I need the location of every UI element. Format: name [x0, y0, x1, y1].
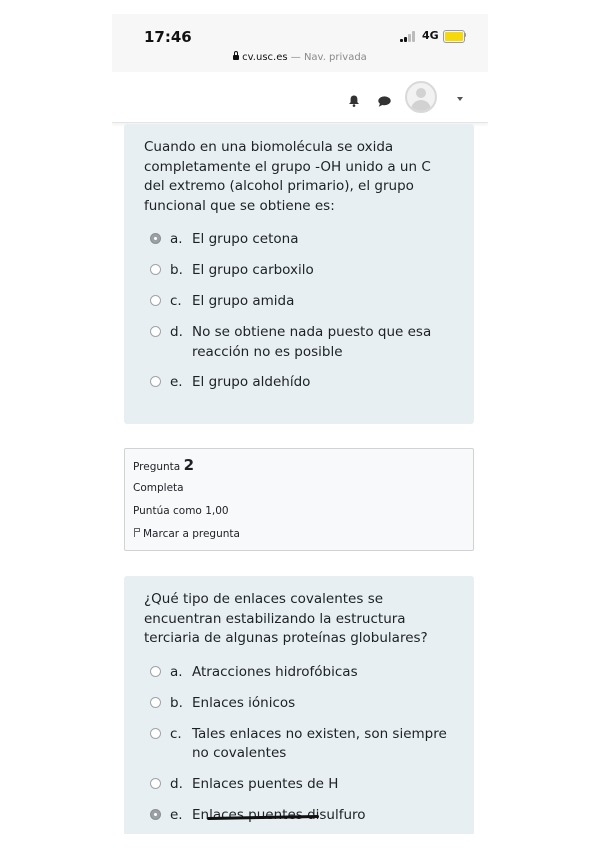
- answer-text: El grupo aldehído: [192, 374, 311, 390]
- radio-button[interactable]: [150, 376, 161, 387]
- answer-letter: b.: [170, 694, 183, 711]
- answer-option[interactable]: b. El grupo carboxilo: [144, 261, 454, 292]
- radio-button[interactable]: [150, 233, 161, 244]
- avatar[interactable]: [405, 81, 437, 113]
- phone-screen: 17:46 4G cv.usc.es — Nav. privada Cuando…: [112, 14, 488, 834]
- answer-text: Enlaces iónicos: [192, 694, 296, 711]
- answer-text: El grupo cetona: [192, 231, 299, 247]
- answer-letter: d.: [170, 775, 183, 792]
- flag-question-link[interactable]: Marcar a pregunta: [133, 526, 465, 549]
- radio-button[interactable]: [150, 326, 161, 337]
- battery-icon: [443, 30, 465, 43]
- radio-button[interactable]: [150, 727, 161, 739]
- radio-button[interactable]: [150, 696, 161, 708]
- answer-letter: d.: [170, 324, 183, 340]
- answer-text: Atracciones hidrofóbicas: [192, 663, 358, 680]
- lock-icon: [233, 51, 240, 60]
- question-number: Pregunta 2: [133, 457, 465, 480]
- question-1-card: Cuando en una biomolécula se oxida compl…: [124, 124, 474, 424]
- answer-text: Enlaces puentes disulfuro: [192, 806, 366, 823]
- question-score: Puntúa como 1,00: [133, 505, 229, 517]
- radio-button[interactable]: [150, 808, 161, 820]
- answer-text: Enlaces puentes de H: [192, 775, 339, 792]
- status-time: 17:46: [144, 28, 192, 46]
- caret-down-icon[interactable]: [457, 97, 463, 101]
- answer-letter: a.: [170, 231, 183, 247]
- moodle-navbar: [112, 72, 488, 123]
- question-2-text: ¿Qué tipo de enlaces covalentes se encue…: [144, 591, 428, 646]
- answer-option[interactable]: c. Tales enlaces no existen, son siempre…: [144, 725, 454, 775]
- question-1-text: Cuando en una biomolécula se oxida compl…: [144, 139, 431, 214]
- address-bar[interactable]: cv.usc.es — Nav. privada: [112, 51, 488, 63]
- answer-option[interactable]: d. No se obtiene nada puesto que esa rea…: [144, 323, 454, 373]
- answer-letter: e.: [170, 806, 183, 823]
- answer-option[interactable]: a. Atracciones hidrofóbicas: [144, 663, 454, 694]
- chat-icon[interactable]: [378, 96, 391, 107]
- question-label: Pregunta: [133, 461, 181, 473]
- question-2-card: ¿Qué tipo de enlaces covalentes se encue…: [124, 576, 474, 834]
- status-bar: 17:46 4G cv.usc.es — Nav. privada: [112, 14, 488, 72]
- radio-button[interactable]: [150, 264, 161, 275]
- answer-text: Tales enlaces no existen, son siempre no…: [192, 725, 447, 762]
- answer-text: El grupo amida: [192, 293, 295, 309]
- radio-button[interactable]: [150, 777, 161, 789]
- question-1-answers: a. El grupo cetona b. El grupo carboxilo…: [144, 230, 454, 404]
- answer-letter: b.: [170, 262, 183, 278]
- question-status: Completa: [133, 482, 184, 494]
- question-2-answers: a. Atracciones hidrofóbicas b. Enlaces i…: [144, 663, 454, 835]
- answer-option[interactable]: b. Enlaces iónicos: [144, 694, 454, 725]
- flag-icon: [133, 528, 140, 537]
- answer-text: El grupo carboxilo: [192, 262, 314, 278]
- answer-letter: c.: [170, 725, 182, 742]
- question-2-info: Pregunta 2 Completa Puntúa como 1,00 Mar…: [124, 448, 474, 551]
- bell-icon[interactable]: [348, 95, 360, 107]
- answer-option[interactable]: e. El grupo aldehído: [144, 373, 454, 404]
- url-text: cv.usc.es: [242, 52, 288, 63]
- signal-icon: [400, 31, 418, 42]
- flag-label: Marcar a pregunta: [143, 528, 240, 540]
- radio-button[interactable]: [150, 665, 161, 677]
- answer-option[interactable]: c. El grupo amida: [144, 292, 454, 323]
- answer-letter: e.: [170, 374, 183, 390]
- private-label: — Nav. privada: [290, 52, 367, 63]
- answer-letter: a.: [170, 663, 183, 680]
- question-number-value: 2: [183, 456, 195, 474]
- answer-option[interactable]: a. El grupo cetona: [144, 230, 454, 261]
- answer-option[interactable]: d. Enlaces puentes de H: [144, 775, 454, 806]
- answer-text: No se obtiene nada puesto que esa reacci…: [192, 324, 432, 360]
- radio-button[interactable]: [150, 295, 161, 306]
- answer-option[interactable]: e. Enlaces puentes disulfuro: [144, 806, 454, 835]
- battery-tip: [464, 33, 466, 37]
- network-type: 4G: [422, 29, 439, 42]
- answer-letter: c.: [170, 293, 182, 309]
